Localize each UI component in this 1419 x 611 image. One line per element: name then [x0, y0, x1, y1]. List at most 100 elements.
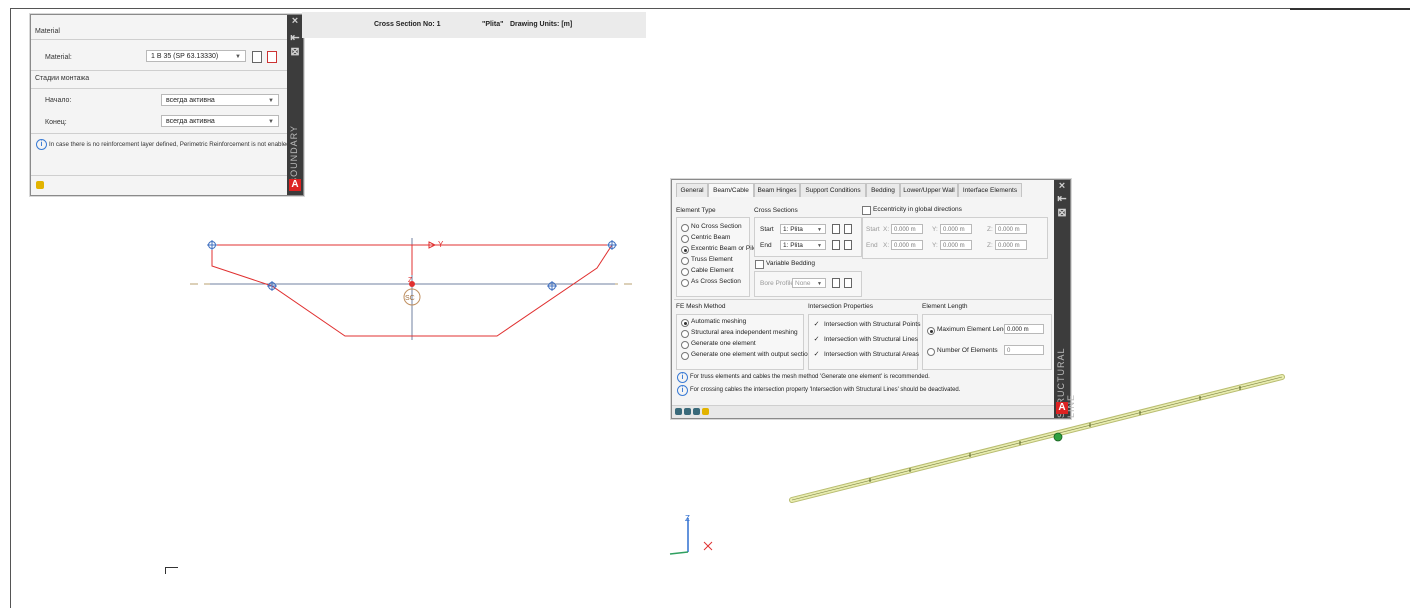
ecc-x-label: X: — [883, 242, 890, 249]
edit-icon[interactable] — [252, 51, 262, 63]
ecc-y-label: Y: — [932, 242, 938, 249]
close-icon[interactable]: × — [1054, 180, 1070, 192]
intersection-lines-checkbox[interactable]: ✓ — [813, 336, 820, 343]
radio-one-element[interactable] — [681, 341, 689, 349]
tab-bedding[interactable]: Bedding — [866, 183, 900, 197]
boundary-panel: Material Material: 1 B 35 (SP 63.13330) … — [30, 14, 304, 196]
element-type-title: Element Type — [676, 207, 716, 214]
radio-one-element-output[interactable] — [681, 352, 689, 360]
settings-icon[interactable]: ⊠ — [287, 45, 303, 58]
cross-section-name: "Plita" — [482, 21, 504, 28]
tab-beam-cable[interactable]: Beam/Cable — [708, 183, 754, 197]
element-type-option: Centric Beam — [691, 234, 731, 241]
end-label: End — [760, 242, 772, 249]
start-section-value: 1: Plita — [783, 226, 803, 233]
tab-lower-upper-wall[interactable]: Lower/Upper Wall — [900, 183, 958, 197]
tab-interface-elements[interactable]: Interface Elements — [958, 183, 1022, 197]
sc-label: SC — [405, 295, 415, 302]
edit-icon[interactable] — [832, 224, 840, 234]
material-dropdown[interactable]: 1 B 35 (SP 63.13330) ▼ — [146, 50, 246, 62]
chevron-down-icon: ▼ — [817, 227, 822, 233]
num-elements-label: Number Of Elements — [937, 347, 998, 354]
corner-mark — [165, 567, 178, 574]
radio-area-independent[interactable] — [681, 330, 689, 338]
ecc-end-x-input[interactable]: 0.000 m — [891, 240, 923, 250]
start-stage-value: всегда активна — [166, 97, 215, 104]
tool-icon[interactable] — [693, 408, 700, 415]
boundary-sidebar: × ⇤ ⊠ BOUNDARY A — [287, 15, 303, 195]
close-icon[interactable]: × — [287, 15, 303, 27]
edit-icon[interactable] — [832, 240, 840, 250]
cross-sections-title: Cross Sections — [754, 207, 798, 214]
fe-mesh-option: Generate one element with output section… — [691, 351, 815, 358]
ecc-end-y-input[interactable]: 0.000 m — [940, 240, 972, 250]
help-icon[interactable] — [702, 408, 709, 415]
ecc-end-label: End — [866, 242, 878, 249]
z-axis-label: Z — [685, 514, 690, 523]
intersection-option: Intersection with Structural Lines — [824, 336, 918, 343]
section-material-title: Material — [35, 28, 60, 35]
intersection-areas-checkbox[interactable]: ✓ — [813, 351, 820, 358]
num-elements-input[interactable]: 0 — [1004, 345, 1044, 355]
bore-profile-value: None — [795, 280, 811, 287]
variable-bedding-checkbox[interactable] — [755, 260, 764, 269]
tab-support-conditions[interactable]: Support Conditions — [800, 183, 866, 197]
structural-beam-3d — [789, 374, 1285, 503]
divider — [31, 39, 287, 40]
radio-no-cross-section[interactable] — [681, 224, 689, 232]
max-length-input[interactable]: 0.000 m — [1004, 324, 1044, 334]
cross-section-title: Cross Section No: 1 — [374, 21, 441, 28]
start-section-dropdown[interactable]: 1: Plita ▼ — [780, 224, 826, 234]
material-value: 1 B 35 (SP 63.13330) — [151, 53, 219, 60]
start-label: Start — [760, 226, 774, 233]
copy-icon[interactable] — [844, 240, 852, 250]
tool-icon[interactable] — [675, 408, 682, 415]
intersection-points-checkbox[interactable]: ✓ — [813, 321, 820, 328]
start-stage-dropdown[interactable]: всегда активна ▼ — [161, 94, 279, 106]
max-length-label: Maximum Element Length — [937, 326, 1013, 333]
radio-excentric-beam[interactable] — [681, 246, 689, 254]
pin-icon[interactable]: ⇤ — [1054, 192, 1070, 205]
eccentricity-checkbox[interactable] — [862, 206, 871, 215]
ecc-end-z-input[interactable]: 0.000 m — [995, 240, 1027, 250]
edit-icon[interactable] — [832, 278, 840, 288]
fe-mesh-title: FE Mesh Method — [676, 303, 726, 310]
radio-centric-beam[interactable] — [681, 235, 689, 243]
ecc-z-label: Z: — [987, 242, 993, 249]
drawing-frame-corner — [1290, 8, 1410, 10]
bore-profile-dropdown[interactable]: None ▼ — [792, 278, 826, 288]
tab-general[interactable]: General — [676, 183, 708, 197]
radio-as-cross-section[interactable] — [681, 279, 689, 287]
radio-cable-element[interactable] — [681, 268, 689, 276]
variable-bedding-label: Variable Bedding — [766, 260, 816, 267]
sidebar-title: BOUNDARY — [289, 125, 299, 184]
radio-truss-element[interactable] — [681, 257, 689, 265]
radio-automatic-meshing[interactable] — [681, 319, 689, 327]
element-type-option: Excentric Beam or Pile — [691, 245, 757, 252]
divider — [31, 175, 287, 176]
settings-icon[interactable]: ⊠ — [1054, 206, 1070, 219]
new-material-icon[interactable] — [267, 51, 277, 63]
pin-icon[interactable]: ⇤ — [287, 31, 303, 44]
element-type-option: Truss Element — [691, 256, 733, 263]
ecc-start-y-input[interactable]: 0.000 m — [940, 224, 972, 234]
x-axis-line — [669, 551, 689, 555]
ecc-start-x-input[interactable]: 0.000 m — [891, 224, 923, 234]
copy-icon[interactable] — [844, 278, 852, 288]
chevron-down-icon: ▼ — [235, 54, 241, 60]
help-icon[interactable] — [36, 181, 44, 189]
tab-beam-hinges[interactable]: Beam Hinges — [754, 183, 800, 197]
axis-triad: Z — [669, 514, 713, 555]
divider — [31, 88, 287, 89]
radio-max-element-length[interactable] — [927, 327, 935, 335]
end-section-dropdown[interactable]: 1: Plita ▼ — [780, 240, 826, 250]
tool-icon[interactable] — [684, 408, 691, 415]
ecc-y-label: Y: — [932, 226, 938, 233]
end-stage-dropdown[interactable]: всегда активна ▼ — [161, 115, 279, 127]
ecc-start-z-input[interactable]: 0.000 m — [995, 224, 1027, 234]
radio-number-of-elements[interactable] — [927, 348, 935, 356]
material-label: Material: — [45, 54, 72, 61]
chevron-down-icon: ▼ — [817, 281, 822, 287]
info-icon: i — [677, 372, 688, 383]
copy-icon[interactable] — [844, 224, 852, 234]
